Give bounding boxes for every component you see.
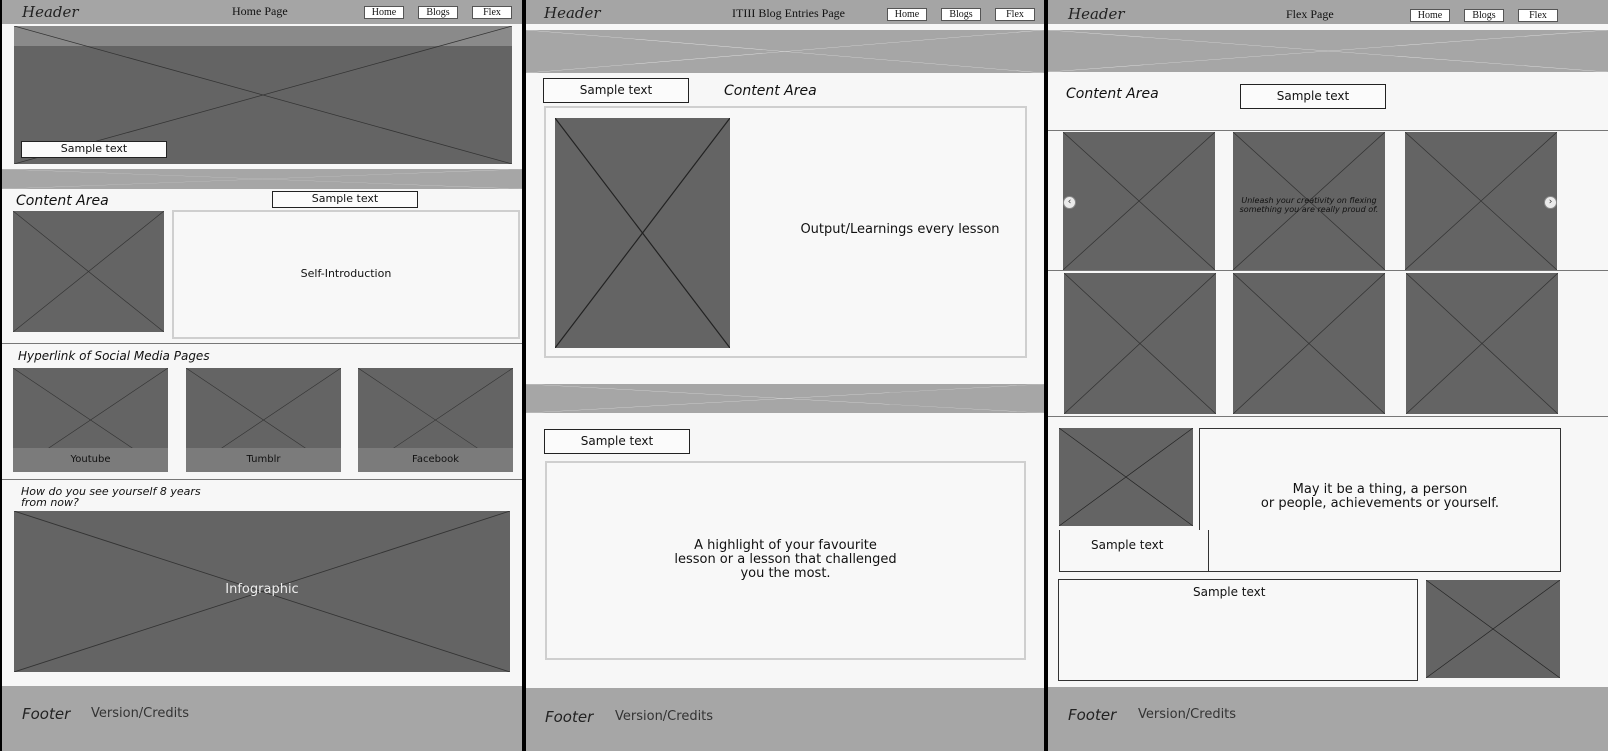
- header-bar: Header ITIII Blog Entries Page Home Blog…: [526, 0, 1044, 24]
- nav-flex-button[interactable]: Flex: [995, 8, 1035, 21]
- flex-text-box-sample: Sample text: [1193, 585, 1266, 599]
- flex-small-image-placeholder: [1426, 580, 1560, 678]
- youtube-label: Youtube: [13, 448, 168, 472]
- highlight-line3: you the most.: [740, 566, 831, 581]
- footer-version: Version/Credits: [615, 709, 714, 724]
- home-page-wireframe: Header Home Page Home Blogs Flex Sample …: [2, 0, 522, 751]
- content-area-label: Content Area: [724, 83, 817, 99]
- nav-blogs-button[interactable]: Blogs: [418, 6, 458, 19]
- profile-image-placeholder: [13, 211, 164, 332]
- self-introduction-text: Self-Introduction: [300, 267, 392, 280]
- hero-sample-text: Sample text: [21, 141, 167, 158]
- footer-label: Footer: [1068, 706, 1117, 724]
- nav-home-button[interactable]: Home: [1410, 9, 1450, 22]
- gallery-image-3: [1405, 132, 1557, 270]
- page-title: Flex Page: [1286, 7, 1334, 21]
- content-sample-text: Sample text: [272, 191, 418, 208]
- divider-band-placeholder: [526, 384, 1044, 413]
- gallery-image-6: [1406, 273, 1558, 414]
- may-line2: or people, achievements or yourself.: [1260, 496, 1500, 511]
- nav-home-button[interactable]: Home: [364, 6, 404, 19]
- banner-placeholder: [2, 169, 522, 189]
- header-label: Header: [544, 4, 601, 22]
- content-area-label: Content Area: [16, 193, 109, 209]
- facebook-label: Facebook: [358, 448, 513, 472]
- nav-flex-button[interactable]: Flex: [472, 6, 512, 19]
- future-question-line2: from now?: [21, 496, 79, 509]
- page-title: Home Page: [232, 4, 288, 18]
- footer-bar: Footer Version/Credits: [526, 688, 1044, 751]
- highlight-line2: lesson or a lesson that challenged: [674, 552, 897, 567]
- infographic-label: Infographic: [225, 582, 299, 597]
- flex-sample-text: Sample text: [1091, 538, 1164, 552]
- footer-bar: Footer Version/Credits: [1048, 687, 1608, 751]
- footer-label: Footer: [545, 708, 594, 726]
- youtube-link-card[interactable]: Youtube: [13, 368, 168, 472]
- footer-label: Footer: [22, 705, 71, 723]
- nav-flex-button[interactable]: Flex: [1518, 9, 1558, 22]
- flex-page-wireframe: Header Flex Page Home Blogs Flex Content…: [1048, 0, 1608, 751]
- facebook-link-card[interactable]: Facebook: [358, 368, 513, 472]
- gallery-image-1: [1063, 132, 1215, 270]
- may-line1: May it be a thing, a person: [1292, 482, 1468, 497]
- blog-page-wireframe: Header ITIII Blog Entries Page Home Blog…: [526, 0, 1044, 751]
- sample-text-box: Sample text: [1240, 84, 1386, 109]
- carousel-prev-icon[interactable]: ‹: [1063, 196, 1076, 209]
- header-bar: Header Flex Page Home Blogs Flex: [1048, 0, 1608, 24]
- unleash-line1: Unleash your creativity on flexing: [1241, 196, 1377, 205]
- page-title: ITIII Blog Entries Page: [732, 6, 845, 20]
- gallery-image-4: [1064, 273, 1216, 414]
- highlight-line1: A highlight of your favourite: [694, 538, 877, 553]
- tumblr-link-card[interactable]: Tumblr: [186, 368, 341, 472]
- sample-text-box: Sample text: [543, 78, 689, 103]
- carousel-next-icon[interactable]: ›: [1544, 196, 1557, 209]
- footer-version: Version/Credits: [91, 706, 190, 721]
- sample-text-box-2: Sample text: [544, 429, 690, 454]
- social-heading: Hyperlink of Social Media Pages: [18, 349, 210, 363]
- header-label: Header: [1068, 5, 1125, 23]
- flex-image-placeholder: [1059, 428, 1193, 526]
- header-bar: Header Home Page Home Blogs Flex: [2, 0, 522, 24]
- infographic-placeholder: Infographic: [14, 511, 510, 672]
- nav-blogs-button[interactable]: Blogs: [1464, 9, 1504, 22]
- content-area-label: Content Area: [1066, 86, 1159, 102]
- output-learnings-text: Output/Learnings every lesson: [800, 222, 1000, 237]
- nav-blogs-button[interactable]: Blogs: [941, 8, 981, 21]
- unleash-line2: something you are really proud of.: [1239, 205, 1379, 214]
- lesson-image-placeholder: [555, 118, 730, 348]
- nav-home-button[interactable]: Home: [887, 8, 927, 21]
- banner-placeholder: [526, 30, 1044, 73]
- header-label: Header: [22, 3, 79, 21]
- banner-placeholder: [1048, 30, 1608, 72]
- footer-version: Version/Credits: [1138, 707, 1237, 722]
- gallery-image-2: Unleash your creativity on flexing somet…: [1233, 132, 1385, 270]
- tumblr-label: Tumblr: [186, 448, 341, 472]
- footer-bar: Footer Version/Credits: [2, 686, 522, 751]
- gallery-image-5: [1233, 273, 1385, 414]
